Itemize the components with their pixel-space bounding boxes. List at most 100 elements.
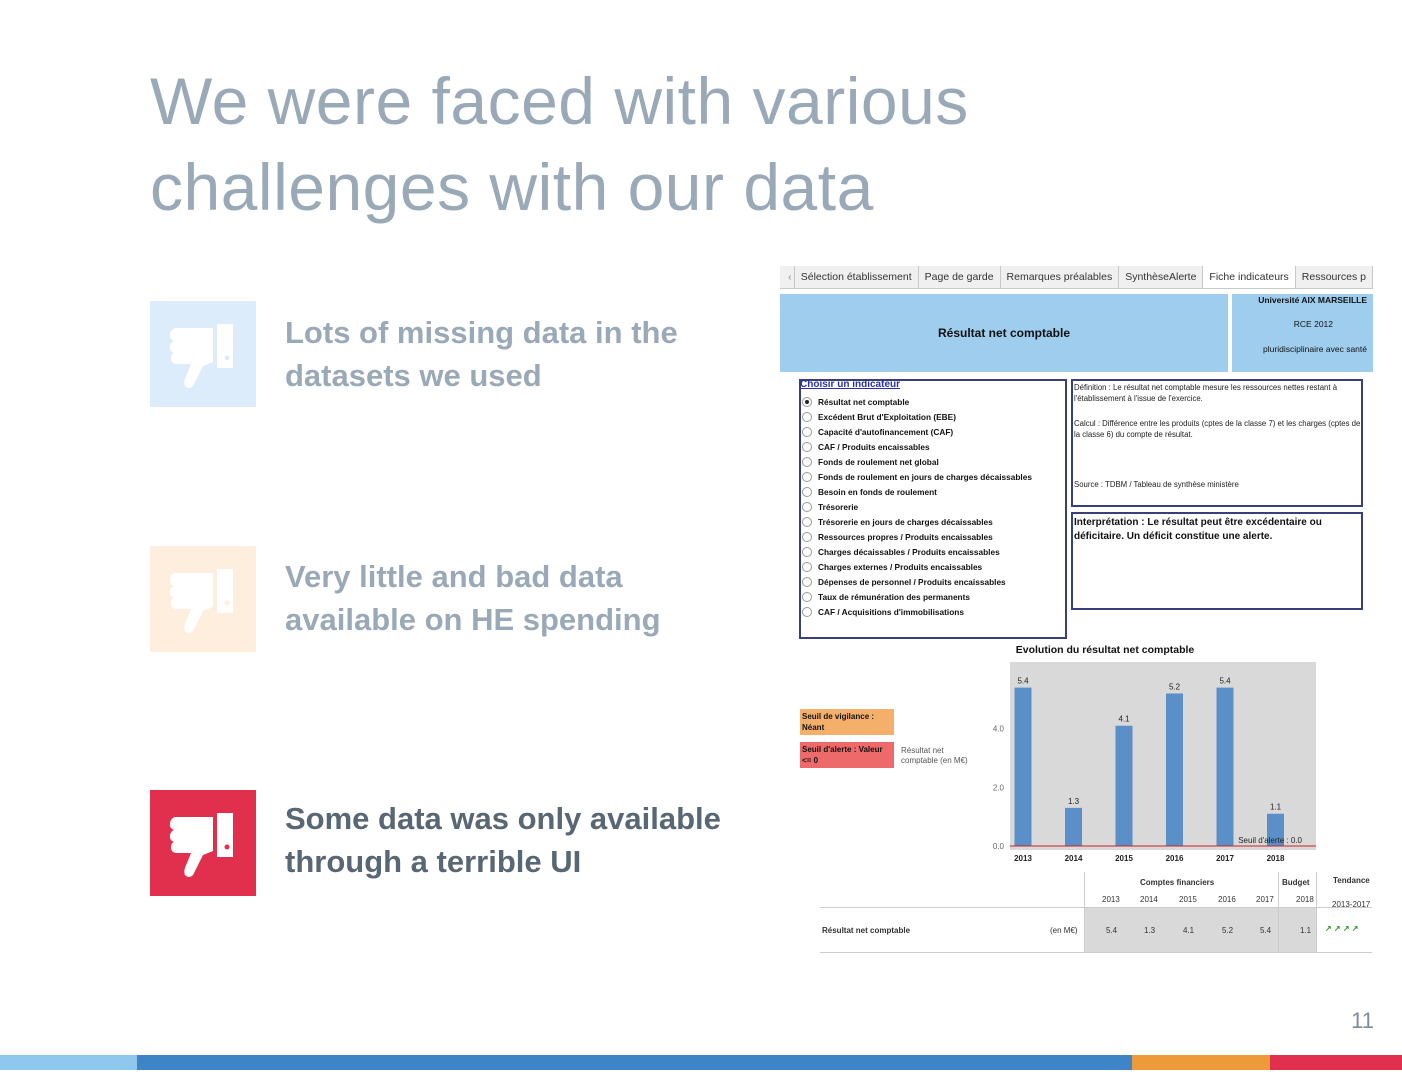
page-number: 11: [1351, 1008, 1374, 1033]
table-year-header: 2013: [1102, 895, 1120, 904]
chart-title: Evolution du résultat net comptable: [1015, 644, 1195, 656]
table-divider-left: [1084, 872, 1085, 952]
radio-button[interactable]: [802, 397, 812, 407]
indicator-option-label: Taux de rémunération des permanents: [818, 592, 970, 602]
radio-button[interactable]: [802, 517, 812, 527]
y-tick-label: 4.0: [993, 725, 1005, 734]
indicator-option[interactable]: Taux de rémunération des permanents: [802, 592, 970, 602]
radio-button[interactable]: [802, 607, 812, 617]
x-tick-label: 2013: [1014, 854, 1032, 863]
little-data-tile: [150, 546, 256, 652]
table-year-header: 2016: [1218, 895, 1236, 904]
indicator-option[interactable]: CAF / Produits encaissables: [802, 442, 930, 452]
bottom-bar-blue: [137, 1055, 1132, 1070]
table-row-label: Résultat net comptable: [822, 926, 911, 935]
slide-title-line-1: We were faced with various: [150, 64, 969, 138]
tab-remarques[interactable]: Remarques préalables: [1001, 266, 1120, 288]
table-year-header: 2014: [1140, 895, 1158, 904]
table-period: 2013-2017: [1332, 900, 1371, 909]
missing-data-tile: [150, 301, 256, 407]
indicator-option-label: Capacité d'autofinancement (CAF): [818, 427, 954, 437]
seuil-alerte-badge: Seuil d'alerte : Valeur <= 0: [800, 742, 894, 768]
indicator-option-label: Résultat net comptable: [818, 397, 910, 407]
indicator-option[interactable]: Excédent Brut d'Exploitation (EBE): [802, 412, 956, 422]
slide-title-line-2: challenges with our data: [150, 150, 874, 224]
table-divider-budget: [1278, 872, 1279, 952]
radio-button[interactable]: [802, 472, 812, 482]
indicator-option[interactable]: Trésorerie en jours de charges décaissab…: [802, 517, 993, 527]
table-value-cell: 5.4: [1106, 926, 1118, 935]
indicator-option-label: Ressources propres / Produits encaissabl…: [818, 532, 993, 542]
indicator-option-label: CAF / Produits encaissables: [818, 442, 930, 452]
indicator-option[interactable]: CAF / Acquisitions d'immobilisations: [802, 607, 964, 617]
tab-ressources[interactable]: Ressources p: [1296, 266, 1373, 288]
indicator-option[interactable]: Résultat net comptable: [802, 397, 909, 407]
indicator-option[interactable]: Fonds de roulement net global: [802, 457, 939, 467]
table-unit: (en M€): [1050, 926, 1078, 935]
terrible-ui-text: Some data was only available through a t…: [285, 801, 721, 879]
indicator-option-label: Charges décaissables / Produits encaissa…: [818, 547, 1000, 557]
radio-button[interactable]: [802, 487, 812, 497]
tab-synthese-alerte[interactable]: SynthèseAlerte: [1119, 266, 1204, 288]
series-label: Résultat net comptable (en M€): [901, 746, 968, 765]
tab-fiche-indicateurs[interactable]: Fiche indicateurs: [1203, 266, 1296, 288]
source-text: Source : TDBM / Tableau de synthèse mini…: [1074, 480, 1239, 489]
radio-button[interactable]: [802, 427, 812, 437]
thumbs-down-icon: [169, 813, 233, 877]
table-year-header: 2015: [1179, 895, 1197, 904]
indicator-option[interactable]: Charges décaissables / Produits encaissa…: [802, 547, 1000, 557]
indicator-option[interactable]: Dépenses de personnel / Produits encaiss…: [802, 577, 1006, 587]
indicator-option[interactable]: Besoin en fonds de roulement: [802, 487, 937, 497]
indicator-option-label: Excédent Brut d'Exploitation (EBE): [818, 412, 956, 422]
missing-data-text: Lots of missing data in the datasets we …: [285, 315, 678, 393]
indicator-option[interactable]: Capacité d'autofinancement (CAF): [802, 427, 953, 437]
table-divider-bottom: [820, 952, 1372, 953]
table-value-cell: 5.2: [1222, 926, 1234, 935]
slide-title: We were faced with various challenges wi…: [150, 58, 1150, 230]
table-group-budget: Budget: [1282, 878, 1310, 887]
radio-button[interactable]: [802, 532, 812, 542]
tab-scroll-left-icon[interactable]: ‹: [786, 266, 795, 288]
table-divider-top: [820, 907, 1372, 908]
radio-button[interactable]: [802, 457, 812, 467]
indicator-option[interactable]: Ressources propres / Produits encaissabl…: [802, 532, 993, 542]
radio-button[interactable]: [802, 577, 812, 587]
indicator-option[interactable]: Trésorerie: [802, 502, 858, 512]
table-year-header: 2017: [1256, 895, 1274, 904]
tab-page-de-garde[interactable]: Page de garde: [919, 266, 1001, 288]
radio-button[interactable]: [802, 412, 812, 422]
table-value-cell: 1.3: [1144, 926, 1156, 935]
radio-button[interactable]: [802, 442, 812, 452]
indicator-option-label: Trésorerie en jours de charges décaissab…: [818, 517, 993, 527]
radio-button[interactable]: [802, 502, 812, 512]
embedded-screenshot: ‹ Sélection établissement Page de garde …: [780, 266, 1373, 956]
table-value-cell: 1.1: [1300, 926, 1312, 935]
indicator-option[interactable]: Fonds de roulement en jours de charges d…: [802, 472, 1032, 482]
x-tick-label: 2016: [1166, 854, 1184, 863]
indicator-option-label: Fonds de roulement net global: [818, 457, 939, 467]
indicator-title: Choisir un indicateur: [800, 379, 901, 390]
table-group-comptes: Comptes financiers: [1140, 878, 1215, 887]
definition-text: Définition : Le résultat net comptable m…: [1074, 383, 1338, 403]
trend-arrows: ↗ ↗ ↗ ↗: [1325, 924, 1359, 933]
university-name: Université AIX MARSEILLE: [1258, 295, 1367, 305]
indicator-option-label: Trésorerie: [818, 502, 859, 512]
sheet-tabs: ‹ Sélection établissement Page de garde …: [780, 266, 1373, 289]
chart-plot-area: [1010, 662, 1316, 850]
radio-button[interactable]: [802, 547, 812, 557]
bottom-bar-orange: [1132, 1055, 1270, 1070]
calcul-text: Calcul : Différence entre les produits (…: [1074, 419, 1361, 439]
table-year-header: 2018: [1296, 895, 1314, 904]
header-info: Université AIX MARSEILLE RCE 2012 plurid…: [1232, 294, 1373, 372]
university-type: pluridisciplinaire avec santé: [1263, 344, 1367, 354]
indicator-option-label: Besoin en fonds de roulement: [818, 487, 937, 497]
indicator-option-label: Fonds de roulement en jours de charges d…: [818, 472, 1032, 482]
radio-button[interactable]: [802, 562, 812, 572]
interpretation-text: Interprétation : Le résultat peut être e…: [1074, 517, 1322, 542]
radio-button[interactable]: [802, 592, 812, 602]
x-tick-label: 2017: [1216, 854, 1234, 863]
table-values-background: [1084, 908, 1316, 952]
indicator-option[interactable]: Charges externes / Produits encaissables: [802, 562, 982, 572]
thumbs-down-icon: [169, 324, 233, 388]
tab-selection[interactable]: Sélection établissement: [795, 266, 919, 288]
